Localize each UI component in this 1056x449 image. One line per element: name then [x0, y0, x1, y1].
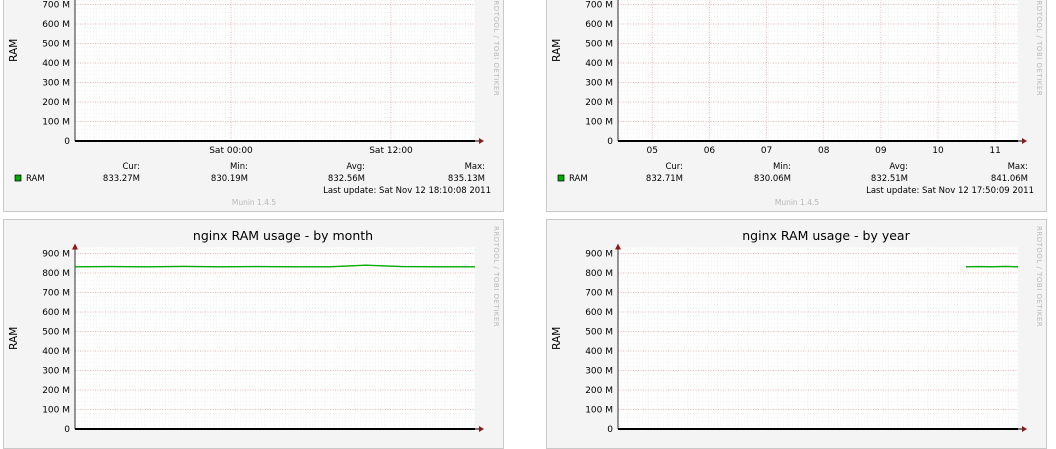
y-axis-label: RAM — [8, 39, 20, 62]
ram-chart-year: 0 100 M 200 M 300 M 400 M 500 M 600 M 700 M 800 … — [547, 220, 1047, 449]
x-tick-label: 09 — [875, 146, 887, 156]
legend-stat-header: Max: — [465, 162, 485, 172]
y-tick-label: 200 M — [585, 386, 613, 396]
x-tick-label: 07 — [761, 146, 772, 156]
y-tick-label: 100 M — [42, 118, 70, 128]
y-tick-label: 600 M — [42, 308, 70, 318]
legend-stat-value: 841.06M — [991, 174, 1028, 184]
y-tick-label: 400 M — [42, 347, 70, 357]
y-tick-label: 100 M — [42, 406, 70, 416]
y-tick-label: 0 — [607, 137, 613, 147]
last-update: Last update: Sat Nov 12 18:10:08 2011 — [323, 186, 491, 196]
legend-stat-value: 832.71M — [646, 174, 683, 184]
legend-stat-header: Avg: — [889, 162, 908, 172]
x-axis-arrow — [1022, 426, 1027, 432]
munin-footer: Munin 1.4.5 — [232, 198, 277, 207]
y-tick-label: 700 M — [585, 289, 613, 299]
y-tick-label: 0 — [64, 137, 70, 147]
ram-chart-month: 0 100 M 200 M 300 M 400 M 500 M 600 M 700 M 800 … — [4, 220, 504, 449]
rrdtool-watermark: RRDTOOL / TOBI OETIKER — [1035, 0, 1043, 96]
y-tick-label: 200 M — [42, 386, 70, 396]
y-tick-label: 300 M — [585, 367, 613, 377]
y-tick-label: 800 M — [42, 269, 70, 279]
rrdtool-watermark: RRDTOOL / TOBI OETIKER — [492, 0, 500, 96]
chart-title: nginx RAM usage - by month — [193, 228, 373, 243]
graph-panel-day: 0 100 M 200 M 300 M 400 M 500 M 600 M 700 M Sat … — [3, 0, 504, 212]
y-axis-label: RAM — [551, 39, 563, 62]
graph-panel-month: 0 100 M 200 M 300 M 400 M 500 M 600 M 700 M 800 … — [3, 219, 504, 449]
legend-stat-value: 832.56M — [328, 174, 365, 184]
y-tick-label: 200 M — [585, 98, 613, 108]
legend-stat-header: Min: — [773, 162, 791, 172]
rrdtool-watermark: RRDTOOL / TOBI OETIKER — [492, 226, 500, 327]
munin-footer: Munin 1.4.5 — [775, 198, 820, 207]
legend-stat-header: Min: — [230, 162, 248, 172]
x-tick-label: 06 — [704, 146, 716, 156]
y-tick-label: 100 M — [585, 118, 613, 128]
x-tick-label: 08 — [818, 146, 830, 156]
y-tick-label: 500 M — [42, 328, 70, 338]
legend-stat-value: 833.27M — [103, 174, 140, 184]
graph-panel-week: 0 100 M 200 M 300 M 400 M 500 M 600 M 700 M 05 06… — [546, 0, 1047, 212]
y-tick-label: 600 M — [585, 20, 613, 30]
y-tick-label: 700 M — [42, 289, 70, 299]
y-tick-label: 200 M — [42, 98, 70, 108]
y-tick-label: 500 M — [585, 328, 613, 338]
x-axis-arrow — [479, 138, 484, 144]
ram-chart-day: 0 100 M 200 M 300 M 400 M 500 M 600 M 700 M Sat … — [4, 0, 504, 212]
ram-chart-week: 0 100 M 200 M 300 M 400 M 500 M 600 M 700 M 05 06… — [547, 0, 1047, 212]
legend-stat-value: 830.19M — [211, 174, 248, 184]
y-tick-label: 400 M — [585, 347, 613, 357]
y-tick-label: 300 M — [585, 79, 613, 89]
y-tick-label: 900 M — [42, 250, 70, 260]
y-tick-label: 300 M — [42, 79, 70, 89]
legend-label: RAM — [569, 174, 588, 184]
x-tick-label: 11 — [989, 146, 1000, 156]
y-tick-label: 100 M — [585, 406, 613, 416]
y-axis-label: RAM — [8, 327, 20, 350]
graph-panel-year: 0 100 M 200 M 300 M 400 M 500 M 600 M 700 M 800 … — [546, 219, 1047, 449]
legend-stat-value: 830.06M — [754, 174, 791, 184]
x-tick-label: 10 — [932, 146, 944, 156]
y-axis-arrow — [615, 244, 621, 250]
rrdtool-watermark: RRDTOOL / TOBI OETIKER — [1035, 226, 1043, 327]
legend-stat-header: Cur: — [122, 162, 140, 172]
x-axis-arrow — [479, 426, 484, 432]
x-tick-label: Sat 12:00 — [369, 146, 413, 156]
y-tick-label: 600 M — [585, 308, 613, 318]
legend-stat-value: 835.13M — [448, 174, 485, 184]
legend-swatch — [558, 175, 564, 181]
y-tick-label: 700 M — [585, 1, 613, 11]
y-tick-label: 0 — [607, 425, 613, 435]
last-update: Last update: Sat Nov 12 17:50:09 2011 — [866, 186, 1034, 196]
y-tick-label: 500 M — [42, 40, 70, 50]
legend-label: RAM — [26, 174, 45, 184]
y-tick-label: 300 M — [42, 367, 70, 377]
y-tick-label: 500 M — [585, 40, 613, 50]
legend-stat-value: 832.51M — [871, 174, 908, 184]
y-tick-label: 800 M — [585, 269, 613, 279]
y-tick-label: 0 — [64, 425, 70, 435]
y-tick-label: 400 M — [42, 59, 70, 69]
y-tick-label: 400 M — [585, 59, 613, 69]
x-tick-label: 05 — [647, 146, 658, 156]
y-axis-arrow — [72, 244, 78, 250]
y-tick-label: 900 M — [585, 250, 613, 260]
legend-swatch — [15, 175, 21, 181]
y-tick-label: 600 M — [42, 20, 70, 30]
y-tick-label: 700 M — [42, 1, 70, 11]
legend-stat-header: Max: — [1008, 162, 1028, 172]
x-axis-arrow — [1022, 138, 1027, 144]
legend-stat-header: Avg: — [346, 162, 365, 172]
legend-stat-header: Cur: — [665, 162, 683, 172]
x-tick-label: Sat 00:00 — [209, 146, 253, 156]
y-axis-label: RAM — [551, 327, 563, 350]
chart-title: nginx RAM usage - by year — [742, 228, 910, 243]
